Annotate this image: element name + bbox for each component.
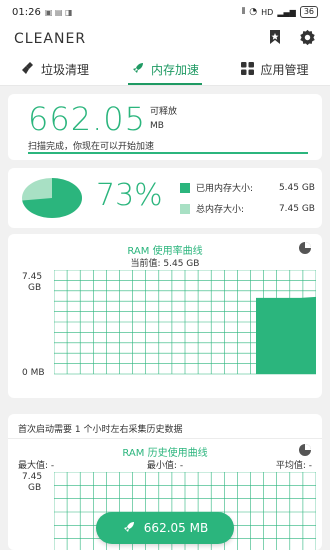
- tab-memory-boost[interactable]: 内存加速: [110, 54, 220, 85]
- broom-icon: [21, 61, 35, 78]
- scan-complete-message: 扫描完成，你现在可以开始加速: [28, 142, 155, 152]
- ram-usage-chart: [54, 270, 316, 375]
- total-memory-legend: 总内存大小: 7.45 GB: [180, 202, 315, 215]
- release-unit: MB: [150, 121, 164, 131]
- ram-usage-chart-card: RAM 使用率曲线 当前值: 5.45 GB 7.45 GB 0 MB: [8, 234, 322, 398]
- boost-button[interactable]: 662.05 MB: [96, 512, 234, 544]
- history-collection-note: 首次启动需要 1 个小时左右采集历史数据: [18, 425, 183, 435]
- used-swatch: [180, 182, 190, 193]
- used-memory-label: 已用内存大小:: [196, 184, 254, 194]
- battery-indicator: 36: [299, 6, 318, 18]
- used-memory-legend: 已用内存大小: 5.45 GB: [180, 181, 315, 194]
- total-swatch: [180, 203, 190, 214]
- history-stats: 最大值: - 最小值: - 平均值: -: [18, 458, 312, 471]
- status-time: 01:26: [12, 6, 41, 18]
- history-avg: 平均值: -: [275, 461, 312, 471]
- history-chart-title: RAM 历史使用曲线: [122, 448, 208, 459]
- total-memory-label: 总内存大小:: [196, 205, 245, 215]
- release-value: 662.05: [28, 100, 146, 138]
- signal-type: HD: [261, 7, 274, 17]
- history-min: 最小值: -: [146, 461, 184, 471]
- ram-y-top-label: 7.45: [22, 272, 43, 282]
- history-y-top-label: 7.45: [22, 472, 43, 482]
- ram-chart-title: RAM 使用率曲线: [127, 246, 203, 257]
- settings-gear-icon[interactable]: [299, 29, 316, 50]
- tab-app-manager[interactable]: 应用管理: [220, 54, 330, 85]
- total-memory-value: 7.45 GB: [278, 203, 315, 214]
- used-memory-value: 5.45 GB: [278, 182, 315, 193]
- tab-app-manager-label: 应用管理: [260, 63, 309, 77]
- app-header: CLEANER: [0, 24, 330, 54]
- apps-grid-icon: [241, 61, 255, 78]
- tab-junk-clean-label: 垃圾清理: [40, 63, 89, 77]
- boost-button-label: 662.05 MB: [143, 521, 209, 535]
- chart-pie-toggle-icon[interactable]: [298, 240, 312, 259]
- memory-pie-chart: [22, 178, 83, 218]
- wifi-icon: ◔: [249, 7, 258, 17]
- signal-icon: ▂▄▆: [277, 7, 296, 17]
- rocket-icon: [131, 61, 145, 78]
- release-card: 662.05 可释放 MB 扫描完成，你现在可以开始加速: [8, 94, 322, 160]
- tab-memory-boost-label: 内存加速: [150, 63, 199, 77]
- ram-chart-current: 当前值: 5.45 GB: [130, 259, 200, 269]
- scan-progress-line: [28, 152, 308, 154]
- app-title: CLEANER: [14, 31, 87, 47]
- notification-icons: ▣ ▤ ◨: [44, 7, 73, 17]
- memory-usage-card: 73% 已用内存大小: 5.45 GB 总内存大小: 7.45 GB: [8, 168, 322, 228]
- ram-usage-area: [256, 296, 316, 374]
- status-bar: 01:26 ▣ ▤ ◨ ⫴ ◔ HD ▂▄▆ 36: [0, 0, 330, 24]
- ram-y-bottom-label: 0 MB: [22, 368, 45, 378]
- ram-y-top-unit: GB: [28, 283, 42, 293]
- history-divider: [8, 438, 322, 439]
- history-max: 最大值: -: [18, 461, 55, 471]
- usage-percent: 73%: [96, 178, 163, 213]
- history-y-top-unit: GB: [28, 483, 42, 493]
- vibrate-icon: ⫴: [241, 7, 246, 17]
- tab-junk-clean[interactable]: 垃圾清理: [0, 54, 110, 85]
- release-label: 可释放: [150, 107, 178, 117]
- bookmark-star-icon[interactable]: [267, 29, 283, 49]
- rocket-icon: [122, 520, 136, 537]
- main-tabs: 垃圾清理 内存加速 应用管理: [0, 54, 330, 86]
